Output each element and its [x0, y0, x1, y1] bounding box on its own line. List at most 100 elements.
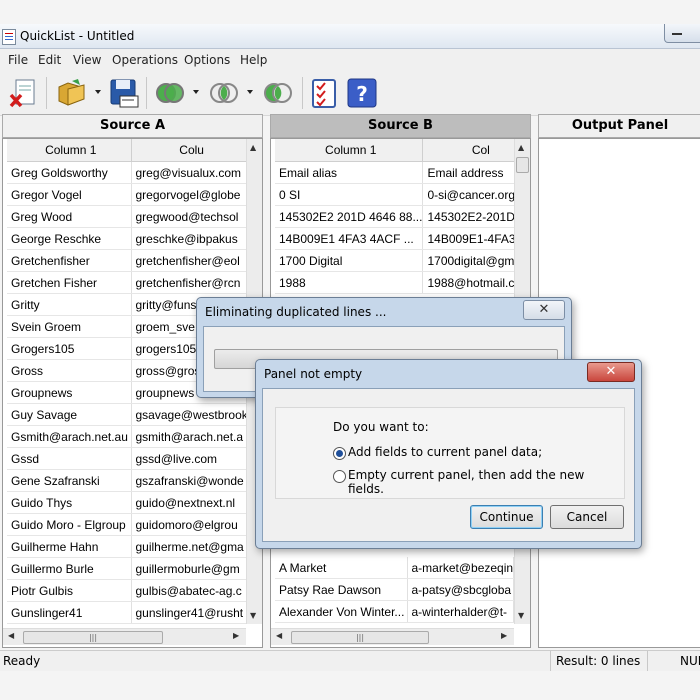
table-cell[interactable]: 14B009E1 4FA3 4ACF ...: [275, 227, 424, 250]
table-cell[interactable]: Guilherme Hahn: [7, 535, 132, 558]
table-row[interactable]: 1988 1988@hotmail.con: [275, 271, 530, 294]
column-header[interactable]: Colu: [131, 139, 249, 162]
table-cell[interactable]: Email alias: [275, 161, 424, 184]
table-cell[interactable]: Guillermo Burle: [7, 557, 132, 580]
continue-button[interactable]: Continue: [470, 505, 543, 529]
table-cell[interactable]: 145302E2 201D 4646 88...: [275, 205, 424, 228]
table-cell[interactable]: Gross: [7, 359, 132, 382]
table-cell[interactable]: Gritty: [7, 293, 132, 316]
table-row[interactable]: Gssd gssd@live.com: [7, 447, 249, 470]
table-cell[interactable]: George Reschke: [7, 227, 132, 250]
table-cell[interactable]: 0 SI: [275, 183, 424, 206]
scrollbar-thumb[interactable]: [516, 157, 529, 173]
table-row[interactable]: 14B009E1 4FA3 4ACF ... 14B009E1-4FA3-4A: [275, 227, 530, 250]
empty-panel-radio[interactable]: [333, 470, 346, 483]
empty-panel-label[interactable]: Empty current panel, then add the new fi…: [348, 468, 624, 496]
open-dropdown-arrow[interactable]: [95, 90, 101, 94]
column-header[interactable]: Column 1: [7, 139, 132, 162]
table-cell[interactable]: gszafranski@wonde: [131, 469, 249, 492]
table-row[interactable]: A Market a-market@bezeqin: [275, 557, 515, 579]
table-cell[interactable]: gunslinger41@rusht: [131, 601, 249, 624]
table-row[interactable]: Patsy Rae Dawson a-patsy@sbcgloba: [275, 578, 515, 601]
table-cell[interactable]: gregwood@techsol: [131, 205, 249, 228]
menu-options[interactable]: Options: [184, 53, 230, 67]
table-cell[interactable]: Svein Groem: [7, 315, 132, 338]
checklist-icon[interactable]: [308, 77, 340, 109]
intersect-dropdown-arrow[interactable]: [247, 90, 253, 94]
table-row[interactable]: Guido Moro - Elgroup guidomoro@elgrou: [7, 513, 249, 536]
table-row[interactable]: 145302E2 201D 4646 88... 145302E2-201D-46: [275, 205, 530, 228]
table-row[interactable]: Alexander Von Winter... a-winterhalder@t-: [275, 600, 515, 623]
table-cell[interactable]: greschke@ibpakus: [131, 227, 249, 250]
table-cell[interactable]: a-winterhalder@t-: [407, 600, 515, 623]
table-row[interactable]: Gunslinger41 gunslinger41@rusht: [7, 601, 249, 624]
table-cell[interactable]: gretchenfisher@eol: [131, 249, 249, 272]
intersect-circles-icon[interactable]: [208, 77, 240, 109]
table-row[interactable]: Piotr Gulbis gulbis@abatec-ag.c: [7, 579, 249, 602]
table-row[interactable]: Gretchenfisher gretchenfisher@eol: [7, 249, 249, 272]
table-cell[interactable]: Patsy Rae Dawson: [275, 578, 408, 601]
column-header[interactable]: Column 1: [275, 139, 424, 162]
table-cell[interactable]: Guido Moro - Elgroup: [7, 513, 132, 536]
table-row[interactable]: Guillermo Burle guillermoburle@gm: [7, 557, 249, 580]
help-icon[interactable]: ?: [346, 77, 378, 109]
menu-edit[interactable]: Edit: [38, 53, 61, 67]
table-cell[interactable]: 1700 Digital: [275, 249, 424, 272]
table-cell[interactable]: Groupnews: [7, 381, 132, 404]
table-row[interactable]: Gene Szafranski gszafranski@wonde: [7, 469, 249, 492]
table-cell[interactable]: Gene Szafranski: [7, 469, 132, 492]
table-cell[interactable]: gretchenfisher@rcn: [131, 271, 249, 294]
cancel-button[interactable]: Cancel: [550, 505, 624, 529]
open-folder-icon[interactable]: [56, 77, 88, 109]
table-cell[interactable]: Gretchenfisher: [7, 249, 132, 272]
close-icon[interactable]: ✕: [523, 300, 565, 320]
source-b-horizontal-scrollbar[interactable]: ◀ ||| ▶: [271, 628, 514, 645]
table-cell[interactable]: guillermoburle@gm: [131, 557, 249, 580]
table-cell[interactable]: guilherme.net@gma: [131, 535, 249, 558]
table-cell[interactable]: A Market: [275, 557, 408, 579]
table-cell[interactable]: a-market@bezeqin: [407, 557, 515, 579]
table-cell[interactable]: gulbis@abatec-ag.c: [131, 579, 249, 602]
table-cell[interactable]: gsmith@arach.net.a: [131, 425, 249, 448]
scrollbar-thumb[interactable]: |||: [23, 631, 163, 644]
save-icon[interactable]: [108, 77, 140, 109]
table-cell[interactable]: Grogers105: [7, 337, 132, 360]
source-a-header[interactable]: Source A: [2, 114, 263, 138]
table-cell[interactable]: Gsmith@arach.net.au: [7, 425, 132, 448]
table-row[interactable]: Greg Wood gregwood@techsol: [7, 205, 249, 228]
source-b-header[interactable]: Source B: [270, 114, 531, 138]
table-row[interactable]: 1700 Digital 1700digital@gmail: [275, 249, 530, 272]
delete-document-icon[interactable]: [8, 77, 40, 109]
table-cell[interactable]: Greg Goldsworthy: [7, 161, 132, 184]
menu-view[interactable]: View: [73, 53, 101, 67]
table-cell[interactable]: Guido Thys: [7, 491, 132, 514]
table-cell[interactable]: gsavage@westbrook: [131, 403, 249, 426]
table-row[interactable]: George Reschke greschke@ibpakus: [7, 227, 249, 250]
table-cell[interactable]: Gretchen Fisher: [7, 271, 132, 294]
table-row[interactable]: Guy Savage gsavage@westbrook: [7, 403, 249, 426]
table-cell[interactable]: Alexander Von Winter...: [275, 600, 408, 623]
table-cell[interactable]: 1988: [275, 271, 424, 294]
table-row[interactable]: Gretchen Fisher gretchenfisher@rcn: [7, 271, 249, 294]
table-cell[interactable]: Greg Wood: [7, 205, 132, 228]
close-icon[interactable]: ✕: [587, 362, 635, 382]
table-row[interactable]: Gregor Vogel gregorvogel@globe: [7, 183, 249, 206]
table-cell[interactable]: gregorvogel@globe: [131, 183, 249, 206]
add-fields-label[interactable]: Add fields to current panel data;: [348, 445, 542, 459]
source-a-horizontal-scrollbar[interactable]: ◀ ||| ▶: [3, 628, 246, 645]
merge-dropdown-arrow[interactable]: [193, 90, 199, 94]
table-row[interactable]: Guido Thys guido@nextnext.nl: [7, 491, 249, 514]
table-cell[interactable]: a-patsy@sbcgloba: [407, 578, 515, 601]
table-cell[interactable]: guido@nextnext.nl: [131, 491, 249, 514]
table-cell[interactable]: greg@visualux.com: [131, 161, 249, 184]
add-fields-radio[interactable]: [333, 447, 346, 460]
table-cell[interactable]: Guy Savage: [7, 403, 132, 426]
output-panel-header[interactable]: Output Panel: [538, 114, 700, 138]
difference-circles-icon[interactable]: [262, 77, 294, 109]
table-cell[interactable]: guidomoro@elgrou: [131, 513, 249, 536]
table-row[interactable]: Greg Goldsworthy greg@visualux.com: [7, 161, 249, 184]
merge-circles-icon[interactable]: [154, 77, 186, 109]
scrollbar-thumb[interactable]: |||: [291, 631, 429, 644]
table-row[interactable]: 0 SI 0-si@cancer.org: [275, 183, 530, 206]
table-cell[interactable]: gssd@live.com: [131, 447, 249, 470]
